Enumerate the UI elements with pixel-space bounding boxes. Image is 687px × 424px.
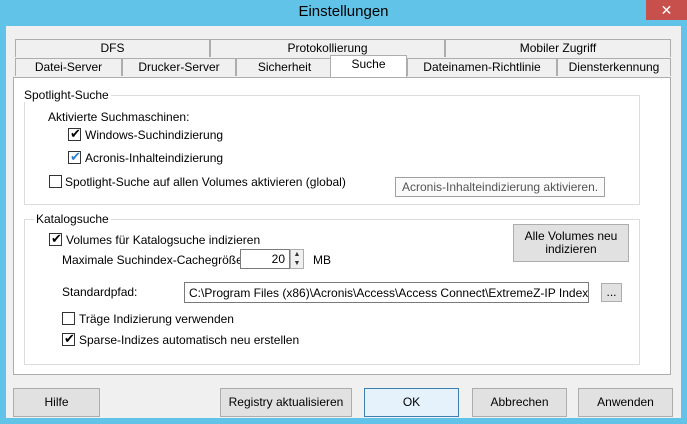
acronis-indexing-checkbox[interactable]: ✔ [68, 149, 81, 164]
spotlight-group-label: Spotlight-Suche [22, 88, 111, 102]
tab-sicherheit[interactable]: Sicherheit [236, 58, 333, 76]
catalog-group-label: Katalogsuche [34, 212, 111, 226]
tab-dateinamen-richtlinie[interactable]: Dateinamen-Richtlinie [407, 58, 557, 76]
cache-size-spinner[interactable]: ▲ ▼ [290, 249, 304, 269]
check-icon: ✔ [51, 231, 62, 246]
cache-size-input[interactable]: 20 [240, 249, 290, 269]
check-icon: ✔ [64, 331, 75, 346]
spin-up-icon[interactable]: ▲ [291, 250, 303, 259]
tab-drucker-server[interactable]: Drucker-Server [122, 58, 236, 76]
tab-protokollierung[interactable]: Protokollierung [210, 39, 445, 57]
spotlight-all-volumes-label: Spotlight-Suche auf allen Volumes aktivi… [65, 175, 346, 189]
spin-down-icon[interactable]: ▼ [291, 259, 303, 268]
help-button[interactable]: Hilfe [13, 388, 100, 417]
tab-mobiler-zugriff[interactable]: Mobiler Zugriff [445, 39, 671, 57]
tab-suche[interactable]: Suche [330, 55, 407, 77]
update-registry-button[interactable]: Registry aktualisieren [220, 388, 352, 417]
tab-dfs[interactable]: DFS [15, 39, 210, 57]
close-button[interactable]: ✕ [646, 0, 687, 20]
lazy-indexing-checkbox[interactable] [62, 312, 75, 325]
acronis-hint-tooltip: Acronis-Inhalteindizierung aktivieren. [395, 177, 606, 197]
cancel-button[interactable]: Abbrechen [472, 388, 567, 417]
tab-datei-server[interactable]: Datei-Server [15, 58, 122, 76]
windows-indexing-checkbox[interactable]: ✔ [68, 126, 81, 141]
tab-diensterkennung[interactable]: Diensterkennung [557, 58, 671, 76]
default-path-label: Standardpfad: [62, 285, 138, 299]
windows-indexing-label: Windows-Suchindizierung [85, 128, 224, 142]
lazy-indexing-label: Träge Indizierung verwenden [79, 312, 234, 326]
default-path-input[interactable]: C:\Program Files (x86)\Acronis\Access\Ac… [184, 282, 589, 303]
index-volumes-label: Volumes für Katalogsuche indizieren [66, 233, 261, 247]
check-icon: ✔ [70, 149, 81, 164]
spotlight-all-volumes-checkbox[interactable] [49, 175, 62, 188]
index-volumes-checkbox[interactable]: ✔ [49, 231, 62, 246]
check-icon: ✔ [70, 126, 81, 141]
engines-label: Aktivierte Suchmaschinen: [48, 110, 190, 124]
reindex-all-volumes-button[interactable]: Alle Volumes neu indizieren [513, 224, 629, 262]
acronis-indexing-label: Acronis-Inhalteindizierung [85, 151, 224, 165]
sparse-indexes-checkbox[interactable]: ✔ [62, 331, 75, 346]
browse-path-button[interactable]: ... [601, 283, 622, 302]
sparse-indexes-label: Sparse-Indizes automatisch neu erstellen [79, 333, 300, 347]
ok-button[interactable]: OK [364, 388, 459, 417]
cache-size-label: Maximale Suchindex-Cachegröße [62, 253, 243, 267]
apply-button[interactable]: Anwenden [578, 388, 673, 417]
window-title: Einstellungen [298, 3, 389, 20]
cache-size-unit: MB [313, 253, 331, 267]
title-bar[interactable]: Einstellungen ✕ [0, 0, 687, 26]
